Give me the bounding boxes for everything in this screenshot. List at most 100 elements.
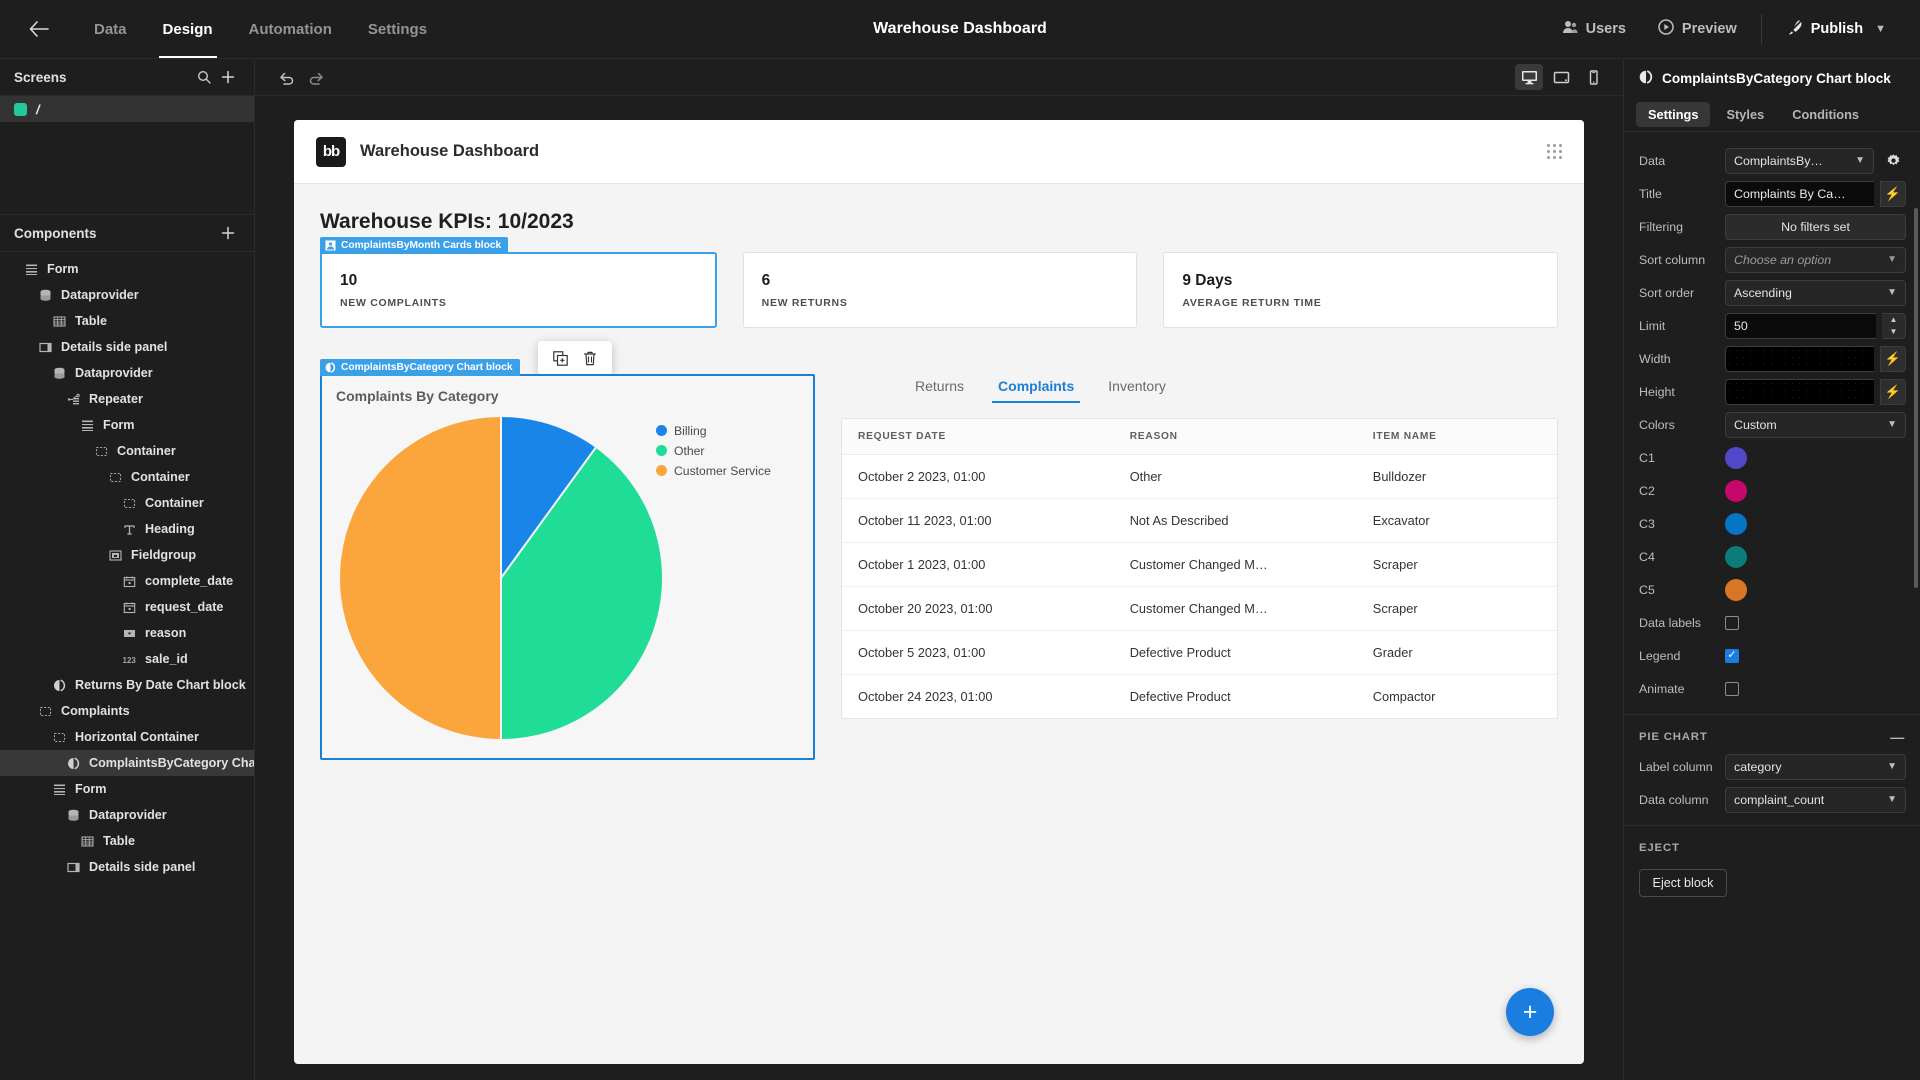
complaints-by-category-chart-block[interactable]: ComplaintsByCategory Chart block Complai… xyxy=(320,359,815,760)
color-swatch-c1[interactable] xyxy=(1725,446,1747,469)
data-labels-checkbox[interactable] xyxy=(1725,615,1739,630)
tree-item-repeater[interactable]: Repeater xyxy=(0,386,254,412)
tree-item-complaintsbycategory-char[interactable]: ComplaintsByCategory Char… xyxy=(0,750,254,776)
tree-item-form[interactable]: Form xyxy=(0,776,254,802)
table-row[interactable]: October 2 2023, 01:00 Other Bulldozer xyxy=(842,454,1557,499)
tree-item-dataprovider[interactable]: Dataprovider xyxy=(0,282,254,308)
settings-tab-styles[interactable]: Styles xyxy=(1714,102,1776,127)
sort-column-select[interactable]: Choose an option ▼ xyxy=(1725,246,1906,273)
limit-input[interactable]: 50 xyxy=(1725,312,1876,339)
tree-item-dataprovider[interactable]: Dataprovider xyxy=(0,802,254,828)
table-row[interactable]: October 1 2023, 01:00 Customer Changed M…… xyxy=(842,542,1557,587)
limit-stepper[interactable]: ▲ ▼ xyxy=(1882,312,1906,339)
color-swatch-c2[interactable] xyxy=(1725,479,1747,502)
settings-scrollbar[interactable] xyxy=(1914,208,1918,588)
settings-tab-conditions[interactable]: Conditions xyxy=(1780,102,1871,127)
table-row[interactable]: October 11 2023, 01:00 Not As Described Ex… xyxy=(842,498,1557,543)
tree-item-table[interactable]: Table xyxy=(0,828,254,854)
undo-icon[interactable] xyxy=(271,62,301,92)
table-header-item-name[interactable]: ITEM NAME xyxy=(1356,419,1557,455)
height-input[interactable] xyxy=(1725,378,1874,405)
tree-item-returns-by-date-chart-block[interactable]: Returns By Date Chart block xyxy=(0,672,254,698)
tree-item-details-side-panel[interactable]: Details side panel xyxy=(0,854,254,880)
tree-item-dataprovider[interactable]: Dataprovider xyxy=(0,360,254,386)
tab-design[interactable]: Design xyxy=(145,0,231,58)
add-screen-icon[interactable] xyxy=(216,70,240,84)
tree-item-reason[interactable]: reason xyxy=(0,620,254,646)
duplicate-icon[interactable] xyxy=(548,346,572,370)
tree-item-container[interactable]: Container xyxy=(0,438,254,464)
table-row[interactable]: October 24 2023, 01:00 Defective Product C… xyxy=(842,675,1557,719)
table-row[interactable]: October 5 2023, 01:00 Defective Product Gr… xyxy=(842,630,1557,675)
number-icon: 123 xyxy=(122,652,137,667)
search-icon[interactable] xyxy=(192,70,216,84)
data-column-select[interactable]: complaint_count ▼ xyxy=(1725,786,1906,813)
gear-icon[interactable] xyxy=(1880,153,1906,168)
tree-item-container[interactable]: Container xyxy=(0,464,254,490)
desktop-icon[interactable] xyxy=(1515,64,1543,90)
legend-item[interactable]: Billing xyxy=(656,422,771,439)
colors-select[interactable]: Custom ▼ xyxy=(1725,411,1906,438)
collapse-icon[interactable]: — xyxy=(1890,729,1905,745)
tab-automation[interactable]: Automation xyxy=(231,0,350,58)
add-component-icon[interactable] xyxy=(216,226,240,240)
tree-item-details-side-panel[interactable]: Details side panel xyxy=(0,334,254,360)
tree-item-form[interactable]: Form xyxy=(0,256,254,282)
kpi-card-average-return-time[interactable]: 9 Days AVERAGE RETURN TIME xyxy=(1163,252,1559,328)
tree-item-heading[interactable]: Heading xyxy=(0,516,254,542)
filtering-button[interactable]: No filters set xyxy=(1725,213,1906,240)
tree-item-fieldgroup[interactable]: Fieldgroup xyxy=(0,542,254,568)
table-header-request-date[interactable]: REQUEST DATE xyxy=(842,419,1114,455)
tree-item-request-date[interactable]: request_date xyxy=(0,594,254,620)
redo-icon[interactable] xyxy=(301,62,331,92)
kpi-card-new-complaints[interactable]: ComplaintsByMonth Cards block 10 NEW COM… xyxy=(320,237,717,328)
label-column-select[interactable]: category ▼ xyxy=(1725,753,1906,780)
tab-settings[interactable]: Settings xyxy=(350,0,445,58)
stepper-up-icon[interactable]: ▲ xyxy=(1882,314,1905,326)
tree-item-table[interactable]: Table xyxy=(0,308,254,334)
preview-button[interactable]: Preview xyxy=(1642,0,1753,58)
table-row[interactable]: October 20 2023, 01:00 Customer Changed M… xyxy=(842,586,1557,631)
tab-data[interactable]: Data xyxy=(76,0,145,58)
tree-item-form[interactable]: Form xyxy=(0,412,254,438)
pie-chart[interactable] xyxy=(340,417,662,739)
legend-checkbox[interactable] xyxy=(1725,648,1739,663)
back-button[interactable] xyxy=(16,0,62,58)
eject-block-button[interactable]: Eject block xyxy=(1639,869,1727,897)
chart-block-badge[interactable]: ComplaintsByCategory Chart block xyxy=(320,359,520,376)
cards-block-badge[interactable]: ComplaintsByMonth Cards block xyxy=(320,237,509,254)
binding-bolt-icon[interactable]: ⚡ xyxy=(1880,378,1906,405)
binding-bolt-icon[interactable]: ⚡ xyxy=(1880,180,1906,207)
color-swatch-c3[interactable] xyxy=(1725,512,1747,535)
tree-item-sale-id[interactable]: 123 sale_id xyxy=(0,646,254,672)
stepper-down-icon[interactable]: ▼ xyxy=(1882,326,1905,338)
sort-order-select[interactable]: Ascending ▼ xyxy=(1725,279,1906,306)
kpi-card-new-returns[interactable]: 6 NEW RETURNS xyxy=(742,252,1138,328)
canvas-tab-inventory[interactable]: Inventory xyxy=(1094,374,1180,403)
color-swatch-c5[interactable] xyxy=(1725,578,1747,601)
settings-tab-settings[interactable]: Settings xyxy=(1636,102,1711,127)
canvas-tab-complaints[interactable]: Complaints xyxy=(984,374,1088,403)
screen-item-root[interactable]: / xyxy=(0,96,254,122)
canvas-tab-returns[interactable]: Returns xyxy=(901,374,978,403)
mobile-icon[interactable] xyxy=(1579,64,1607,90)
data-select[interactable]: ComplaintsBy… ▼ xyxy=(1725,147,1874,174)
grid-dots-icon[interactable] xyxy=(1547,144,1562,159)
table-header-reason[interactable]: REASON xyxy=(1113,419,1357,455)
tree-item-container[interactable]: Container xyxy=(0,490,254,516)
color-swatch-c4[interactable] xyxy=(1725,545,1747,568)
publish-button[interactable]: Publish ▼ xyxy=(1770,0,1902,58)
binding-bolt-icon[interactable]: ⚡ xyxy=(1880,345,1906,372)
tree-item-horizontal-container[interactable]: Horizontal Container xyxy=(0,724,254,750)
animate-checkbox[interactable] xyxy=(1725,681,1739,696)
width-input[interactable] xyxy=(1725,345,1874,372)
legend-item[interactable]: Customer Service xyxy=(656,462,771,479)
legend-item[interactable]: Other xyxy=(656,442,771,459)
add-fab-button[interactable]: + xyxy=(1506,988,1554,1036)
tree-item-complaints[interactable]: Complaints xyxy=(0,698,254,724)
users-button[interactable]: Users xyxy=(1546,0,1642,58)
title-input[interactable]: Complaints By Ca… xyxy=(1725,180,1874,207)
delete-icon[interactable] xyxy=(578,346,602,370)
tablet-icon[interactable] xyxy=(1547,64,1575,90)
tree-item-complete-date[interactable]: complete_date xyxy=(0,568,254,594)
